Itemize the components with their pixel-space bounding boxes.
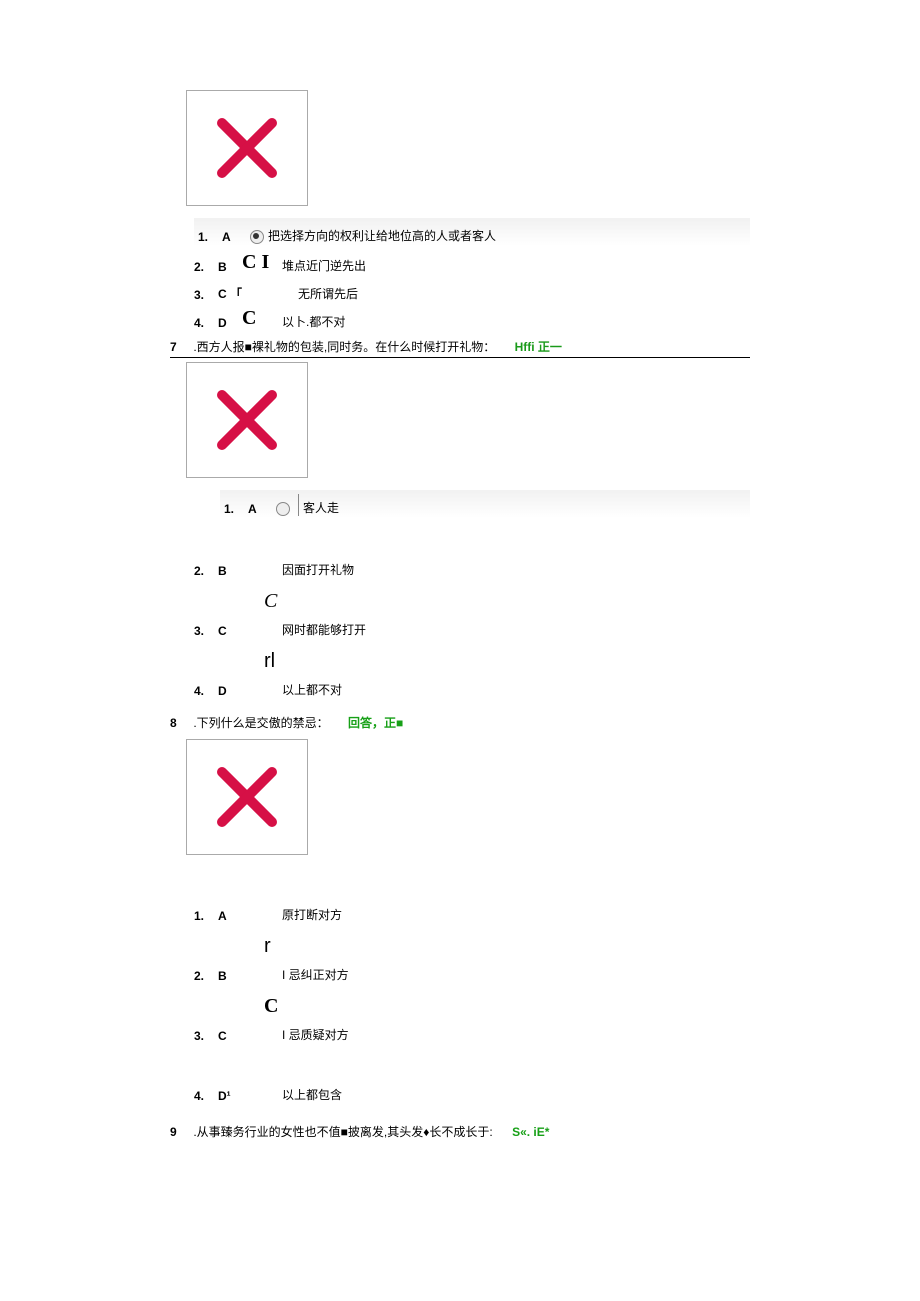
q7-option-c[interactable]: C 3. C 网时都能够打开 xyxy=(194,614,750,638)
option-mark: C xyxy=(242,307,282,330)
option-letter: C xyxy=(218,624,242,638)
option-letter: D xyxy=(218,684,242,698)
option-number: 2. xyxy=(194,564,218,578)
q8-header: 8 .下列什么是交傲的禁忌： 回答，正■ xyxy=(170,714,750,731)
q6-option-c[interactable]: 3. C 「 无所谓先后 xyxy=(194,278,750,302)
option-letter: B xyxy=(218,260,242,274)
option-letter: A xyxy=(222,230,246,244)
radio-selected-icon xyxy=(246,229,268,244)
error-x-image xyxy=(186,90,308,206)
option-letter: D xyxy=(218,316,242,330)
option-number: 2. xyxy=(194,260,218,274)
q6-option-a[interactable]: 1. A 把选择方向的权利让给地位高的人或者客人 xyxy=(194,218,750,246)
option-number: 4. xyxy=(194,684,218,698)
option-mark: C xyxy=(264,590,277,613)
question-text: .下列什么是交傲的禁忌： xyxy=(193,716,328,730)
option-text: 网时都能够打开 xyxy=(282,621,750,638)
option-number: 3. xyxy=(194,624,218,638)
option-text: 把选择方向的权利让给地位高的人或者客人 xyxy=(268,227,746,244)
option-number: 1. xyxy=(194,909,218,923)
option-number: 4. xyxy=(194,316,218,330)
question-number: 9 xyxy=(170,1125,190,1139)
option-letter: A xyxy=(248,502,272,516)
option-mark: r xyxy=(264,935,271,958)
q6-option-d[interactable]: 4. D C 以卜.都不对 xyxy=(194,306,750,330)
option-text: 以卜.都不对 xyxy=(282,313,750,330)
q8-option-a[interactable]: 1. A 原打断对方 xyxy=(194,899,750,923)
option-text: 客人走 xyxy=(303,499,746,516)
divider-icon xyxy=(298,494,299,516)
radio-empty-icon xyxy=(272,501,294,516)
document-page: 1. A 把选择方向的权利让给地位高的人或者客人 2. B C I 堆点近门逆先… xyxy=(0,0,920,1180)
question-text: .西方人报■裸礼物的包装,同时务。在什么时候打开礼物： xyxy=(193,340,495,354)
red-x-icon xyxy=(212,385,282,455)
q8-option-d[interactable]: 4. D¹ 以上都包含 xyxy=(194,1079,750,1103)
q7-option-d[interactable]: rl 4. D 以上都不对 xyxy=(194,674,750,698)
q9-header: 9 .从事臻务行业的女性也不值■披离发,其头发♦长不成长于: S«. iE* xyxy=(170,1123,750,1140)
q8-option-b[interactable]: r 2. B I 忌纠正对方 xyxy=(194,959,750,983)
q8-option-c[interactable]: C 3. C I 忌质疑对方 xyxy=(194,1019,750,1043)
question-number: 7 xyxy=(170,340,190,354)
option-mark: C xyxy=(264,995,278,1018)
error-x-image xyxy=(186,739,308,855)
option-letter: C 「 xyxy=(218,285,258,302)
option-letter: A xyxy=(218,909,242,923)
option-number: 1. xyxy=(224,502,248,516)
option-text: 以上都包含 xyxy=(282,1086,750,1103)
question-answer-badge: S«. iE* xyxy=(512,1125,549,1139)
option-number: 3. xyxy=(194,288,218,302)
option-letter: C xyxy=(218,1029,242,1043)
option-number: 3. xyxy=(194,1029,218,1043)
option-letter: B xyxy=(218,969,242,983)
question-number: 8 xyxy=(170,716,190,730)
option-letter: B xyxy=(218,564,242,578)
q7-header: 7 .西方人报■裸礼物的包装,同时务。在什么时候打开礼物： Hffi 正一 xyxy=(170,338,750,358)
option-text: I 忌质疑对方 xyxy=(282,1026,750,1043)
option-text: 原打断对方 xyxy=(282,906,750,923)
option-text: 以上都不对 xyxy=(282,681,750,698)
option-number: 1. xyxy=(198,230,222,244)
option-text: 因面打开礼物 xyxy=(282,561,750,578)
option-mark: C I xyxy=(242,251,282,274)
q7-option-a[interactable]: 1. A 客人走 xyxy=(220,490,750,518)
question-answer-badge: 回答，正■ xyxy=(348,716,403,730)
option-number: 2. xyxy=(194,969,218,983)
option-mark: rl xyxy=(264,650,275,673)
question-answer-badge: Hffi 正一 xyxy=(515,340,562,354)
red-x-icon xyxy=(212,762,282,832)
q7-option-b[interactable]: 2. B 因面打开礼物 xyxy=(194,554,750,578)
option-text: 堆点近门逆先出 xyxy=(282,257,750,274)
option-letter: D¹ xyxy=(218,1089,242,1103)
option-text: I 忌纠正对方 xyxy=(282,966,750,983)
error-x-image xyxy=(186,362,308,478)
q6-option-b[interactable]: 2. B C I 堆点近门逆先出 xyxy=(194,250,750,274)
option-text: 无所谓先后 xyxy=(298,285,750,302)
red-x-icon xyxy=(212,113,282,183)
option-number: 4. xyxy=(194,1089,218,1103)
question-text: .从事臻务行业的女性也不值■披离发,其头发♦长不成长于: xyxy=(193,1125,492,1139)
